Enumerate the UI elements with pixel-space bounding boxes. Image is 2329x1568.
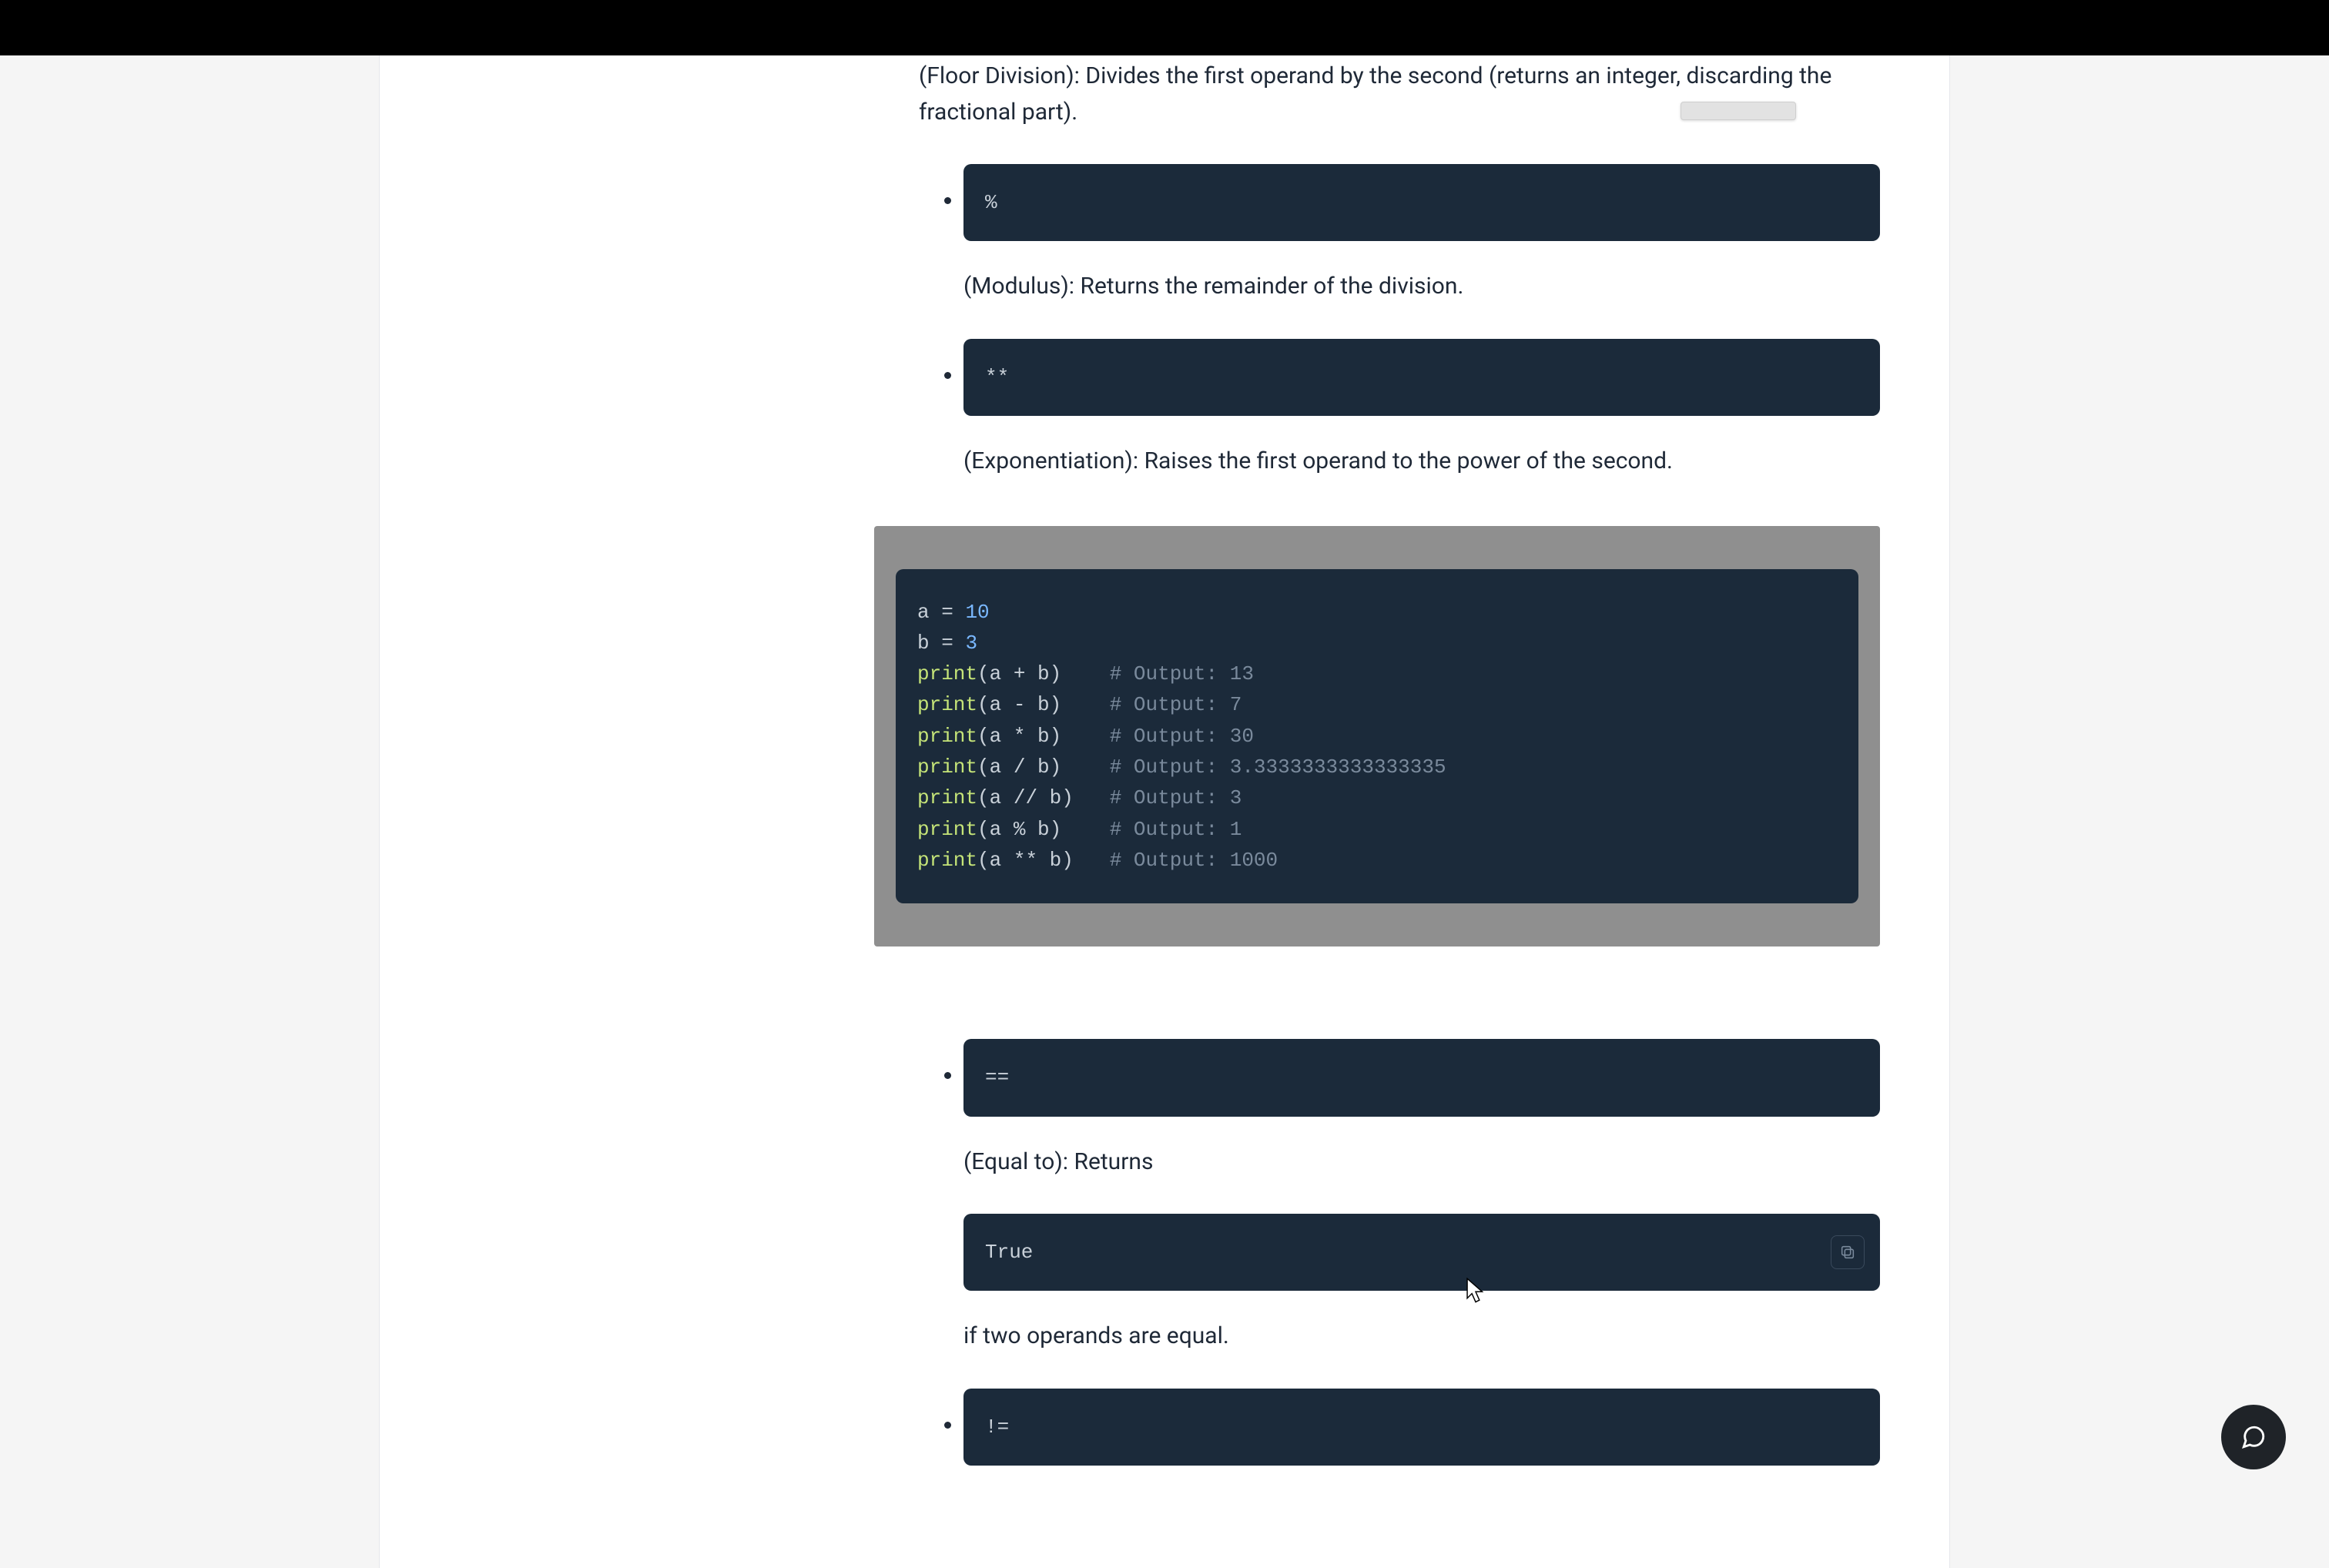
page-wrap: (Floor Division): Divides the first oper… xyxy=(0,0,2329,1568)
code-text: % xyxy=(985,191,997,214)
code-value-true: True xyxy=(963,1214,1880,1291)
window-titlebar xyxy=(0,0,2329,55)
help-button[interactable] xyxy=(2221,1405,2286,1469)
operator-desc-equal-suffix: if two operands are equal. xyxy=(963,1318,1880,1355)
floating-widget[interactable] xyxy=(1681,102,1796,120)
comparison-operator-list: == (Equal to): Returns True if two opera… xyxy=(919,1039,1880,1466)
example-comment: # Output: 13 xyxy=(1110,662,1254,685)
operator-desc-modulus: (Modulus): Returns the remainder of the … xyxy=(963,269,1880,305)
code-text: != xyxy=(985,1416,1009,1439)
example-a-value: 10 xyxy=(965,601,989,624)
operator-code-modulus: % xyxy=(963,164,1880,241)
operator-code-exponent: ** xyxy=(963,339,1880,416)
example-comment: # Output: 3 xyxy=(1110,786,1242,809)
operator-code-equal: == xyxy=(963,1039,1880,1116)
example-code: a = 10 b = 3 print(a + b) # Output: 13 p… xyxy=(896,569,1858,904)
operator-code-notequal: != xyxy=(963,1389,1880,1466)
chat-bubble-icon xyxy=(2240,1424,2267,1450)
list-item: != xyxy=(963,1389,1880,1466)
operator-desc-equal-prefix: (Equal to): Returns xyxy=(963,1144,1880,1181)
example-comment: # Output: 1000 xyxy=(1110,849,1278,872)
example-comment: # Output: 30 xyxy=(1110,725,1254,748)
operator-list: % (Modulus): Returns the remainder of th… xyxy=(919,164,1880,480)
code-text: == xyxy=(985,1066,1009,1089)
example-comment: # Output: 7 xyxy=(1110,693,1242,716)
code-text: ** xyxy=(985,366,1009,389)
example-comment: # Output: 3.3333333333333335 xyxy=(1110,756,1446,779)
operator-desc-exponent: (Exponentiation): Raises the first opera… xyxy=(963,444,1880,480)
article-content: (Floor Division): Divides the first oper… xyxy=(379,55,1950,1568)
example-comment: # Output: 1 xyxy=(1110,818,1242,841)
list-item: ** (Exponentiation): Raises the first op… xyxy=(963,339,1880,480)
copy-button[interactable] xyxy=(1831,1235,1865,1269)
list-item: % (Modulus): Returns the remainder of th… xyxy=(963,164,1880,305)
example-b-value: 3 xyxy=(965,632,977,655)
list-item: == (Equal to): Returns True if two opera… xyxy=(963,1039,1880,1355)
copy-icon xyxy=(1839,1244,1856,1261)
example-block: a = 10 b = 3 print(a + b) # Output: 13 p… xyxy=(874,526,1880,947)
code-text: True xyxy=(985,1241,1033,1264)
